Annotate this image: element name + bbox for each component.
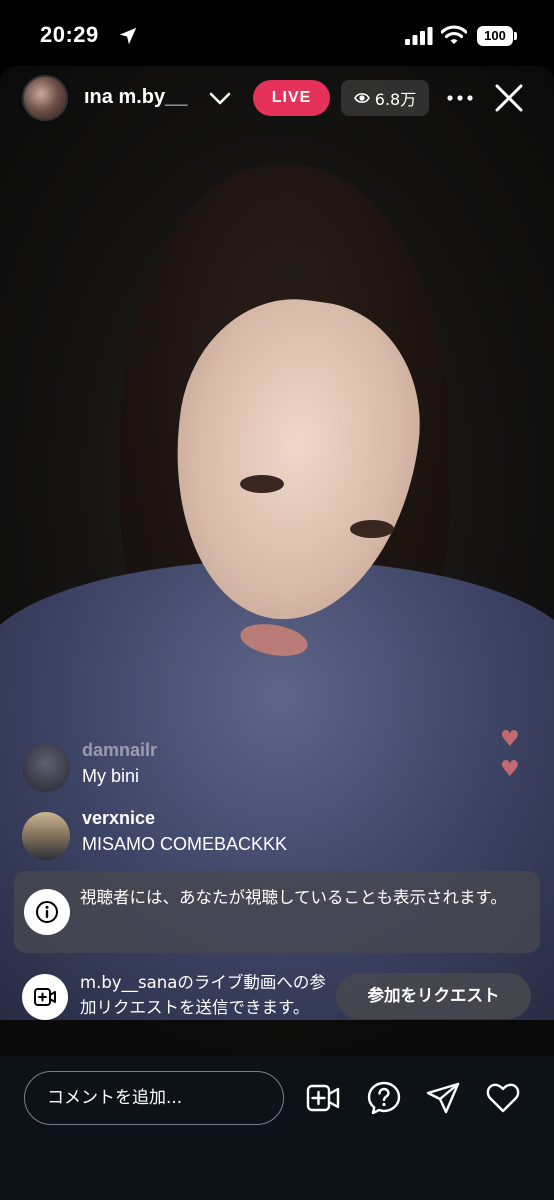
comment-text: My bini <box>82 766 140 786</box>
location-arrow-icon <box>119 27 137 45</box>
wifi-icon <box>441 25 467 44</box>
host-username[interactable]: ına m.by__ <box>84 86 202 109</box>
notice-text: 視聴者には、あなたが視聴していることも表示されます。 <box>80 888 507 907</box>
info-icon <box>24 889 70 935</box>
cellular-signal-icon <box>405 27 433 45</box>
join-video-icon <box>22 974 68 1020</box>
more-options-icon[interactable] <box>445 88 475 108</box>
chevron-down-icon[interactable] <box>208 88 232 108</box>
commenter-username[interactable]: verxnice <box>82 808 155 829</box>
close-icon[interactable] <box>493 82 525 114</box>
request-to-join-button[interactable]: 参加をリクエスト <box>336 973 531 1019</box>
live-badge: LIVE <box>253 80 330 116</box>
video-subject-eye <box>350 520 394 538</box>
viewer-count-badge[interactable]: 6.8万 <box>341 80 429 116</box>
commenter-avatar[interactable] <box>22 744 70 792</box>
viewer-visibility-notice: 視聴者には、あなたが視聴していることも表示されます。 <box>14 871 540 953</box>
heart-icon[interactable] <box>485 1080 521 1116</box>
question-icon[interactable] <box>366 1080 402 1116</box>
video-subject-eye <box>240 475 284 493</box>
eye-icon <box>353 93 370 103</box>
battery-indicator: 100 <box>477 26 517 46</box>
comment-text: MISAMO COMEBACKKK <box>82 834 288 854</box>
floating-hearts-icon: ♥ ♥ <box>500 727 520 782</box>
add-video-icon[interactable] <box>305 1080 341 1116</box>
comment-item[interactable]: damnailr My bini <box>22 740 442 792</box>
commenter-avatar[interactable] <box>22 812 70 860</box>
commenter-username[interactable]: damnailr <box>82 740 157 761</box>
comment-item[interactable]: verxnice MISAMO COMEBACKKK <box>22 808 442 860</box>
viewer-count: 6.8万 <box>374 90 417 109</box>
status-time: 20:29 <box>40 22 99 47</box>
battery-level: 100 <box>477 26 513 46</box>
host-avatar[interactable] <box>22 75 68 121</box>
comment-input[interactable]: コメントを追加... <box>24 1071 284 1125</box>
status-bar: 20:29 100 <box>0 0 554 66</box>
join-request-text: m.by__sanaのライブ動画への参加リクエストを送信できます。 <box>80 973 326 1017</box>
share-icon[interactable] <box>425 1080 461 1116</box>
battery-tip <box>514 32 517 40</box>
